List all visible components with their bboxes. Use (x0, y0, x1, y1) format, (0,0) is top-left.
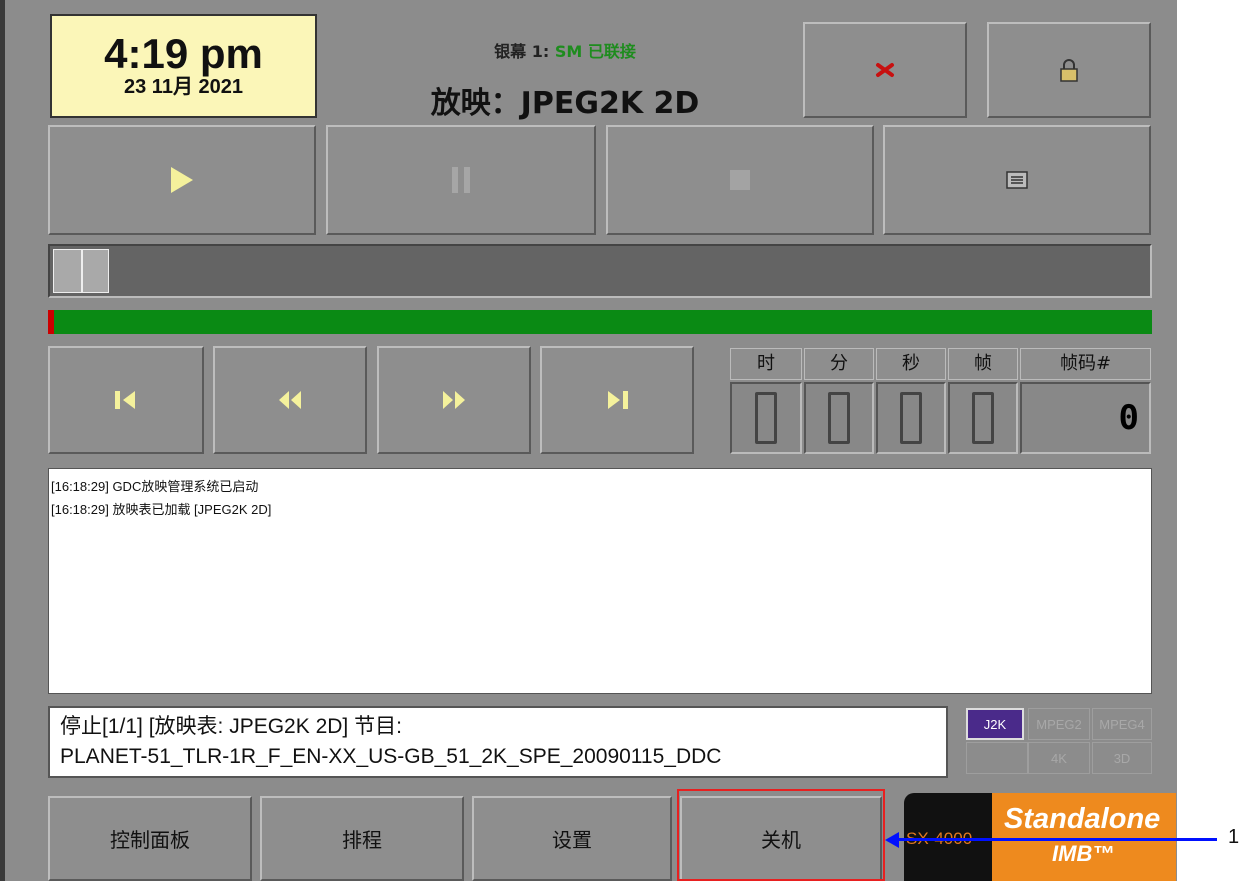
clock-panel: 4:19 pm 23 11月 2021 (50, 14, 317, 118)
clock-time: 4:19 pm (104, 30, 263, 77)
play-icon (171, 167, 193, 193)
stop-button[interactable] (606, 125, 874, 235)
timecode-minutes-digit (828, 392, 850, 444)
timecode-hours-digit (755, 392, 777, 444)
shutdown-highlight-box (677, 789, 885, 881)
timecode-hours (730, 382, 802, 454)
timecode-frames-digit (972, 392, 994, 444)
stop-icon (730, 170, 750, 190)
format-mpeg2-badge: MPEG2 (1028, 708, 1090, 740)
callout-arrow-icon (885, 832, 899, 848)
frame-number-value: 0 (1118, 398, 1139, 438)
pause-button[interactable] (326, 125, 596, 235)
playback-position-slider[interactable] (48, 244, 1152, 298)
log-line: [16:18:29] GDC放映管理系统已启动 (51, 479, 259, 494)
format-j2k-badge: J2K (966, 708, 1024, 740)
skip-end-icon (608, 391, 628, 409)
logo-standalone-text: Standalone (1004, 803, 1161, 835)
playlist-button[interactable] (883, 125, 1151, 235)
event-log: [16:18:29] GDC放映管理系统已启动 [16:18:29] 放映表已加… (48, 468, 1152, 694)
logo-imb-text: IMB™ (1052, 841, 1115, 866)
clock-date: 23 11月 2021 (124, 76, 243, 98)
format-4k-badge: 4K (1028, 742, 1090, 774)
callout-arrow-line (897, 838, 1217, 841)
playlist-icon (1006, 171, 1028, 189)
fast-forward-button[interactable] (377, 346, 531, 454)
format-3d-badge: 3D (1092, 742, 1152, 774)
timecode-header-frames: 帧 (948, 348, 1018, 380)
format-mpeg4-badge: MPEG4 (1092, 708, 1152, 740)
settings-button[interactable]: 设置 (472, 796, 672, 881)
play-button[interactable] (48, 125, 316, 235)
slider-handle[interactable] (53, 249, 109, 293)
skip-end-button[interactable] (540, 346, 694, 454)
status-line-2: PLANET-51_TLR-1R_F_EN-XX_US-GB_51_2K_SPE… (60, 745, 722, 768)
position-marker (48, 310, 54, 334)
frame-number-display: 0 (1020, 382, 1151, 454)
log-line: [16:18:29] 放映表已加载 [JPEG2K 2D] (51, 502, 272, 517)
standalone-imb-logo: SX-4000 Standalone IMB™ (904, 793, 1176, 881)
timecode-header-seconds: 秒 (876, 348, 946, 380)
screen-status: 银幕 1: SM 已联接 (400, 38, 730, 62)
timecode-frames (948, 382, 1018, 454)
control-panel-button[interactable]: 控制面板 (48, 796, 252, 881)
screen-label: 银幕 1: (494, 42, 550, 61)
close-button[interactable] (803, 22, 967, 118)
lock-button[interactable] (987, 22, 1151, 118)
sm-connection-status: SM 已联接 (554, 42, 636, 61)
fast-forward-icon (443, 391, 465, 409)
close-icon (876, 63, 894, 77)
timecode-header-frame-number: 帧码# (1020, 348, 1151, 380)
now-playing-title: 放映：JPEG2K 2D (430, 86, 700, 121)
callout-number: 1 (1228, 826, 1240, 848)
schedule-button[interactable]: 排程 (260, 796, 464, 881)
rewind-button[interactable] (213, 346, 367, 454)
rewind-icon (279, 391, 301, 409)
pause-icon (452, 167, 470, 193)
buffer-status-bar (48, 310, 1152, 334)
format-empty-badge (966, 742, 1028, 774)
skip-start-icon (115, 391, 135, 409)
timecode-seconds (876, 382, 946, 454)
playback-status-box: 停止[1/1] [放映表: JPEG2K 2D] 节目: PLANET-51_T… (48, 706, 948, 778)
timecode-header-minutes: 分 (804, 348, 874, 380)
lock-icon (1060, 59, 1078, 82)
skip-start-button[interactable] (48, 346, 204, 454)
timecode-minutes (804, 382, 874, 454)
timecode-seconds-digit (900, 392, 922, 444)
status-line-1: 停止[1/1] [放映表: JPEG2K 2D] 节目: (60, 715, 402, 738)
timecode-header-hours: 时 (730, 348, 802, 380)
window-left-border (0, 0, 5, 881)
